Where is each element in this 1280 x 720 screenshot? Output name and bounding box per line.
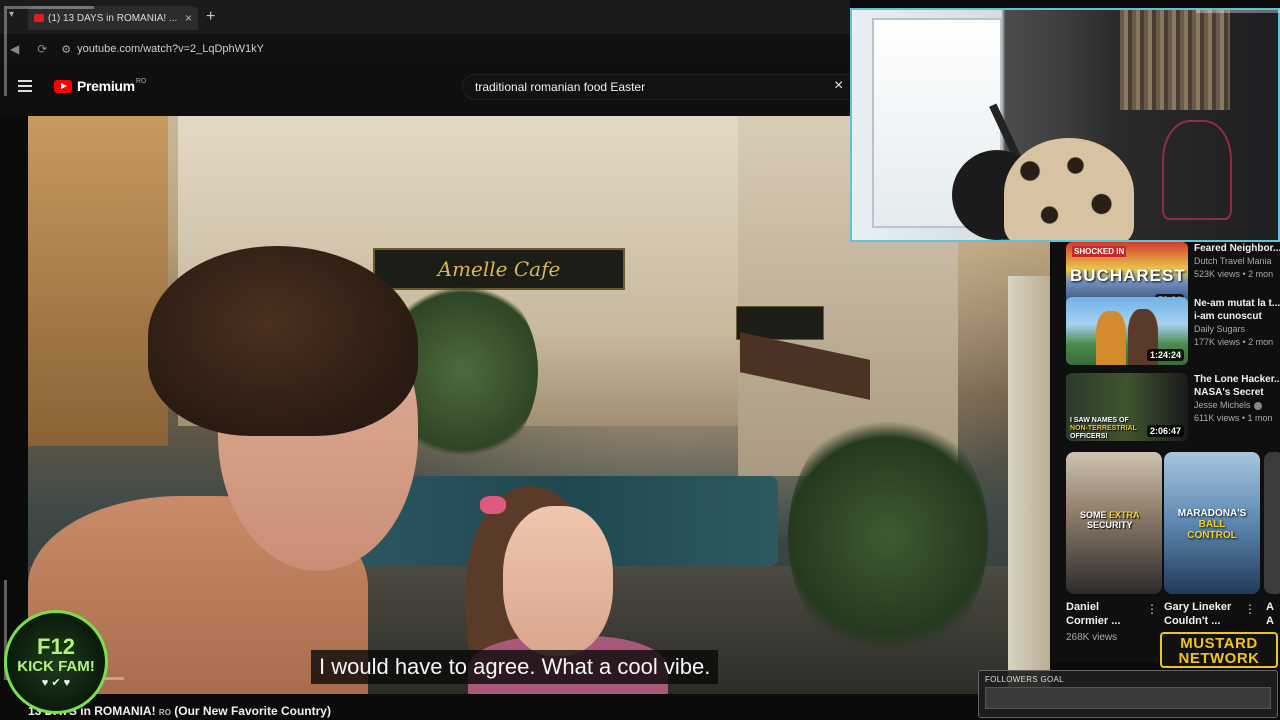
pillar <box>1008 276 1050 694</box>
video-title-rest: (Our New Favorite Country) <box>174 704 331 718</box>
rec-video-item[interactable]: 1:24:24 Ne-am mutat la t... i-am cunoscu… <box>1066 297 1280 365</box>
thumbnail-caption-line: I SAW NAMES OF <box>1070 417 1129 424</box>
thumbnail-text: BUCHAREST <box>1070 266 1186 285</box>
thumbnail-caption: I SAW NAMES OF NON-TERRESTRIAL OFFICERS! <box>1070 417 1137 441</box>
short-caption-line: SOME <box>1080 510 1107 520</box>
short-caption-line: EXTRA <box>1109 510 1140 520</box>
overlay-corner-decoration <box>1196 10 1280 100</box>
url-field[interactable]: youtube.com/watch?v=2_LqDphW1kY <box>77 43 264 55</box>
short-title[interactable]: Daniel Cormier ... <box>1066 600 1120 628</box>
rec-title[interactable]: The Lone Hacker... NASA's Secret UF... <box>1194 373 1280 399</box>
short-menu-icon[interactable]: ⋮ <box>1146 602 1158 616</box>
rec-channel[interactable]: Daily Sugars <box>1194 323 1280 336</box>
rec-thumbnail[interactable]: I SAW NAMES OF NON-TERRESTRIAL OFFICERS!… <box>1066 373 1188 441</box>
tree <box>788 406 988 666</box>
hair-bow <box>480 496 506 514</box>
rec-video-item[interactable]: I SAW NAMES OF NON-TERRESTRIAL OFFICERS!… <box>1066 373 1280 441</box>
youtube-header: Premium RO traditional romanian food Eas… <box>0 64 854 116</box>
short-title-line: Cormier ... <box>1066 615 1121 627</box>
video-subtitle: I would have to agree. What a cool vibe. <box>311 650 719 684</box>
thumbnail-person <box>1096 311 1126 365</box>
badge-line: KICK FAM! <box>17 657 95 675</box>
streamer-head <box>1004 138 1134 240</box>
short-caption-line: BALL <box>1198 519 1226 530</box>
f12-kick-fam-badge: F12 KICK FAM! ♥ ✔ ♥ <box>4 610 108 714</box>
badge-line: F12 <box>37 633 75 659</box>
new-tab-button[interactable]: + <box>206 8 215 26</box>
rec-views: 177K views • 2 mon <box>1194 337 1274 347</box>
rec-thumbnail[interactable]: 1:24:24 <box>1066 297 1188 365</box>
cafe-sign: Amelle Cafe <box>373 248 625 290</box>
short-menu-icon[interactable]: ⋮ <box>1244 602 1256 616</box>
webcam-neon-sign <box>1162 120 1232 220</box>
rec-views: 611K views • 1 mon <box>1194 413 1273 423</box>
short-title-line: A <box>1266 601 1274 613</box>
short-thumbnail[interactable] <box>1264 452 1280 594</box>
verified-icon <box>1253 401 1262 410</box>
shorts-shelf: SOME EXTRA SECURITY MARADONA'S BALL CONT… <box>1066 452 1280 662</box>
search-input[interactable]: traditional romanian food Easter <box>462 74 854 100</box>
goal-progress-bar <box>985 687 1271 709</box>
video-title-region: RO <box>158 708 171 717</box>
rec-meta: The Lone Hacker... NASA's Secret UF... J… <box>1194 373 1280 425</box>
short-caption: MARADONA'S BALL CONTROL <box>1170 508 1254 541</box>
rec-channel[interactable]: Jesse Michels <box>1194 399 1280 412</box>
rec-meta: Ne-am mutat la t... i-am cunoscut pă... … <box>1194 297 1280 349</box>
short-thumbnail[interactable]: MARADONA'S BALL CONTROL <box>1164 452 1260 594</box>
rec-meta: Feared Neighbor... Dutch Travel Mania 52… <box>1194 242 1280 281</box>
duration-badge: 2:06:47 <box>1146 425 1184 437</box>
rec-title[interactable]: Ne-am mutat la t... i-am cunoscut pă... <box>1194 297 1280 323</box>
short-caption: SOME EXTRA SECURITY <box>1080 510 1140 530</box>
browser-tab-bar: ▾ (1) 13 DAYS in ROMANIA! ... × + <box>0 0 850 34</box>
short-title[interactable]: Gary Lineker Couldn't ... <box>1164 600 1231 628</box>
short-title[interactable]: A A <box>1266 600 1274 628</box>
logo-line: NETWORK <box>1178 650 1260 667</box>
rec-views: 523K views • 2 mon <box>1194 269 1274 279</box>
goal-label: FOLLOWERS GOAL <box>985 675 1064 684</box>
short-caption-line: MARADONA'S <box>1177 508 1247 519</box>
search-clear-icon[interactable]: × <box>834 77 843 95</box>
short-title-line: Gary Lineker <box>1164 601 1232 613</box>
thumbnail-badge: SHOCKED IN <box>1072 246 1127 257</box>
rec-title[interactable]: Feared Neighbor... <box>1194 242 1280 255</box>
video-scene-building <box>28 116 168 446</box>
short-title-line: Daniel <box>1066 601 1100 613</box>
person-girl-face <box>503 506 613 656</box>
rec-channel-name: Jesse Michels <box>1194 400 1251 410</box>
duration-badge: 1:24:24 <box>1146 349 1184 361</box>
short-views: 268K views <box>1066 632 1118 643</box>
short-caption-line: SECURITY <box>1087 520 1133 530</box>
short-title-line: Couldn't ... <box>1164 615 1221 627</box>
followers-goal-widget: FOLLOWERS GOAL <box>978 670 1278 718</box>
address-bar: ◀ ⟳ ⚙ youtube.com/watch?v=2_LqDphW1kY <box>0 34 850 64</box>
rec-channel[interactable]: Dutch Travel Mania <box>1194 255 1280 268</box>
overlay-corner-decoration <box>4 6 94 96</box>
short-thumbnail[interactable]: SOME EXTRA SECURITY <box>1066 452 1162 594</box>
region-label: RO <box>135 77 147 85</box>
screen: ▾ (1) 13 DAYS in ROMANIA! ... × + ◀ ⟳ ⚙ … <box>0 0 1280 720</box>
mustard-network-logo: MUSTARD NETWORK <box>1160 632 1278 668</box>
tab-close-icon[interactable]: × <box>185 11 192 25</box>
recommendations-sidebar: SHOCKED IN BUCHAREST 53:04 Feared Neighb… <box>1052 242 1280 662</box>
heart-icon: ♥ ✔ ♥ <box>41 676 71 689</box>
goal-progress-fill <box>986 688 1270 708</box>
thumbnail-caption-line: NON-TERRESTRIAL <box>1070 425 1137 432</box>
thumbnail-caption-line: OFFICERS! <box>1070 433 1108 440</box>
short-title-line: A <box>1266 615 1274 627</box>
short-caption-line: CONTROL <box>1187 530 1237 541</box>
